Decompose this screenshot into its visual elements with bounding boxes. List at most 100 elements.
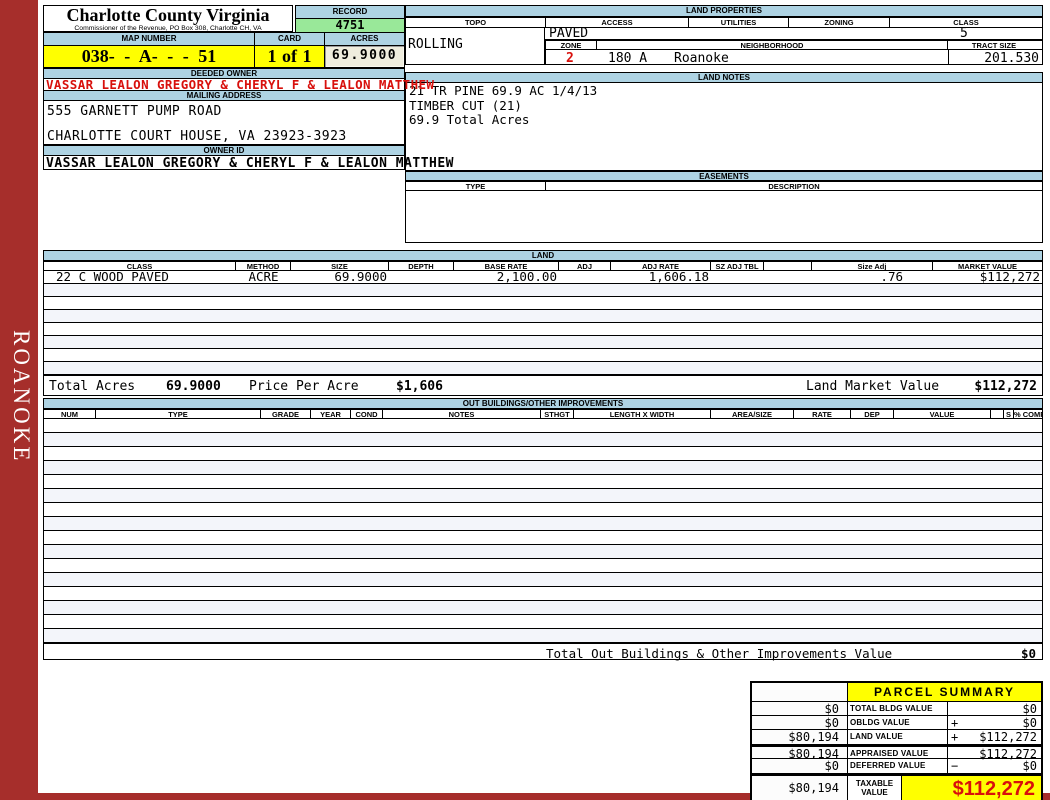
- ps-row-label: OBLDG VALUE: [848, 716, 948, 729]
- map-number-value: 038- - A- - - 51: [43, 46, 255, 68]
- ps-value: $112,272: [979, 747, 1037, 761]
- ob-col-sthgt: STHGT: [541, 410, 574, 418]
- zone-label: ZONE: [546, 41, 597, 49]
- land-row-adj: [559, 271, 611, 283]
- ob-total-label: Total Out Buildings & Other Improvements…: [546, 646, 893, 661]
- ps-sign: [948, 747, 962, 758]
- ps-header-blank-cell: [752, 683, 848, 701]
- ob-col-area-size: AREA/SIZE: [711, 410, 794, 418]
- land-row-blank: [764, 271, 812, 283]
- out-buildings-header: NUM TYPE GRADE YEAR COND NOTES STHGT LEN…: [43, 409, 1043, 419]
- land-col-class: CLASS: [44, 262, 236, 270]
- land-row-adj-rate: 1,606.18: [648, 271, 709, 283]
- land-col-base-rate: BASE RATE: [454, 262, 559, 270]
- owner-id-value: VASSAR LEALON GREGORY & CHERYL F & LEALO…: [43, 156, 454, 170]
- ps-sign: +: [951, 730, 959, 744]
- land-notes-box: 21 TR PINE 69.9 AC 1/4/13 TIMBER CUT (21…: [405, 83, 1043, 171]
- land-row-size-adj: .76: [880, 271, 903, 283]
- ob-col-num: NUM: [44, 410, 96, 418]
- land-notes-label: LAND NOTES: [405, 72, 1043, 83]
- land-market-value-label: Land Market Value: [806, 379, 940, 394]
- card-value: 1 of 1: [255, 46, 325, 68]
- land-note-line: 69.9 Total Acres: [409, 112, 530, 127]
- parcel-summary-row: $80,194 APPRAISED VALUE $112,272: [752, 745, 1041, 761]
- mailing-address-box: 555 GARNETT PUMP ROAD CHARLOTTE COURT HO…: [43, 101, 405, 145]
- ob-col-grade: GRADE: [261, 410, 311, 418]
- ps-value: $112,272: [979, 730, 1037, 744]
- ps-sign: [948, 702, 962, 715]
- taxable-prior-value: $80,194: [752, 776, 848, 800]
- tract-size-cell: 201.530: [948, 50, 1043, 66]
- land-table-empty-rows: [43, 284, 1043, 375]
- zone-value-row: 2 180 A Roanoke 201.530: [545, 50, 1043, 66]
- taxable-value-label: TAXABLE VALUE: [848, 776, 902, 800]
- land-col-sz-adj-tbl: SZ ADJ TBL: [711, 262, 764, 270]
- record-value: 4751: [295, 19, 405, 33]
- parcel-summary-row: $0 OBLDG VALUE + $0: [752, 716, 1041, 730]
- land-col-size-adj: Size Adj: [812, 262, 933, 270]
- district-vertical-label: ROANOKE: [9, 330, 34, 464]
- ps-row-label: DEFERRED VALUE: [848, 759, 948, 773]
- land-properties-label: LAND PROPERTIES: [405, 5, 1043, 17]
- out-buildings-empty-rows: [43, 419, 1043, 643]
- deeded-owner-value: VASSAR LEALON GREGORY & CHERYL F & LEALO…: [43, 78, 434, 91]
- map-number-label: MAP NUMBER: [43, 32, 255, 46]
- owner-id-label: OWNER ID: [43, 145, 405, 156]
- ps-value: $0: [1022, 759, 1037, 773]
- acres-label: ACRES: [325, 32, 405, 46]
- left-red-band: ROANOKE: [0, 0, 38, 800]
- ps-row-label: LAND VALUE: [848, 730, 948, 744]
- ob-col-type: TYPE: [96, 410, 261, 418]
- tract-size-value: 201.530: [984, 51, 1039, 66]
- easements-header-row: TYPE DESCRIPTION: [405, 181, 1043, 191]
- land-col-adj-rate: ADJ RATE: [611, 262, 711, 270]
- ps-sign: −: [951, 759, 959, 773]
- ps-sign: +: [951, 716, 959, 730]
- parcel-summary-row: $0 DEFERRED VALUE − $0: [752, 759, 1041, 774]
- land-market-value: $112,272: [974, 379, 1037, 394]
- price-per-acre-label: Price Per Acre: [249, 379, 359, 394]
- address-line-1: 555 GARNETT PUMP ROAD: [47, 104, 222, 119]
- land-col-adj: ADJ: [559, 262, 611, 270]
- record-label: RECORD: [295, 5, 405, 19]
- land-col-market-value: MARKET VALUE: [957, 262, 1018, 270]
- ob-total-value: $0: [1020, 646, 1036, 661]
- price-per-acre-value: $1,606: [396, 379, 443, 394]
- land-col-size: SIZE: [291, 262, 389, 270]
- land-col-depth: DEPTH: [389, 262, 454, 270]
- taxable-value-row: $80,194 TAXABLE VALUE $112,272: [752, 774, 1041, 800]
- parcel-summary-title: PARCEL SUMMARY: [847, 683, 1041, 701]
- ob-col-value: VALUE: [894, 410, 991, 418]
- ob-col-notes: NOTES: [383, 410, 541, 418]
- access-row: PAVED 5: [545, 26, 1043, 41]
- neighborhood-code: 180 A: [608, 51, 648, 66]
- card-label: CARD: [255, 32, 325, 46]
- out-buildings-label: OUT BUILDINGS/OTHER IMPROVEMENTS: [43, 398, 1043, 409]
- property-record-card: ROANOKE Charlotte County Virginia Commis…: [0, 0, 1050, 800]
- parcel-summary: PARCEL SUMMARY $0 TOTAL BLDG VALUE $0 $0…: [750, 681, 1043, 800]
- land-note-line: 21 TR PINE 69.9 AC 1/4/13: [409, 83, 598, 98]
- easements-empty-box: [405, 191, 1043, 243]
- topo-label: TOPO: [406, 18, 546, 27]
- total-acres-value: 69.9000: [166, 379, 221, 394]
- neighborhood-name: Roanoke: [674, 51, 729, 66]
- ob-col-length-width: LENGTH X WIDTH: [574, 410, 711, 418]
- zone-value: 2: [566, 51, 574, 66]
- taxable-value: $112,272: [902, 776, 1041, 800]
- ob-col-s: S: [1004, 410, 1014, 418]
- land-section-label: LAND: [43, 250, 1043, 261]
- land-col-blank: [764, 262, 812, 270]
- land-row-market-value: $112,272: [979, 271, 1040, 283]
- easements-label: EASEMENTS: [405, 171, 1043, 181]
- access-value: PAVED: [549, 26, 589, 41]
- land-properties-header-row: TOPO ACCESS UTILITIES ZONING CLASS: [405, 17, 1043, 28]
- ps-row-label: TOTAL BLDG VALUE: [848, 702, 948, 715]
- land-row-class: 22 C WOOD PAVED: [56, 271, 169, 283]
- ob-col-rate: RATE: [794, 410, 851, 418]
- ps-prior-value: $80,194: [752, 747, 848, 761]
- easement-description-label: DESCRIPTION: [768, 182, 820, 190]
- land-row-sz-adj-tbl: [711, 271, 764, 283]
- class-value: 5: [960, 26, 968, 41]
- land-row-size: 69.9000: [334, 271, 387, 283]
- parcel-summary-row: $0 TOTAL BLDG VALUE $0: [752, 702, 1041, 716]
